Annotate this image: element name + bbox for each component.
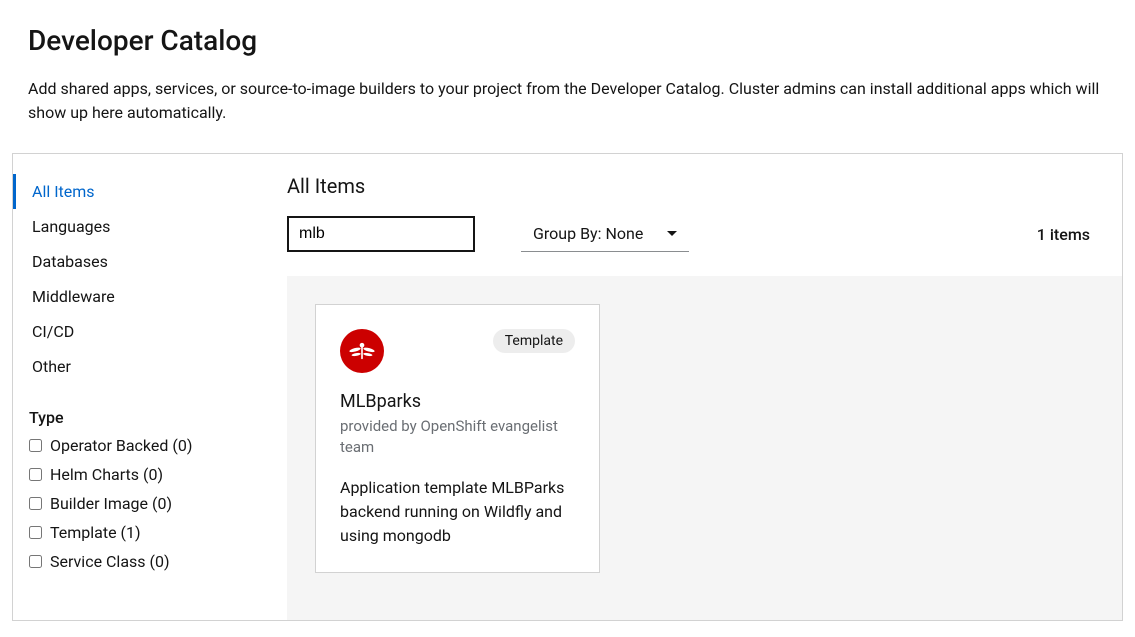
card-title: MLBparks [340,391,575,412]
panel-title: All Items [287,174,1122,198]
group-by-dropdown[interactable]: Group By: None [521,216,689,252]
filter-checkbox-template[interactable] [29,526,42,539]
toolbar: Group By: None 1 items [287,216,1122,252]
filter-builder-image[interactable]: Builder Image (0) [13,489,255,518]
card-description: Application template MLBParks backend ru… [340,476,575,548]
filter-label: Operator Backed (0) [50,436,192,455]
sidebar-item-other[interactable]: Other [13,349,255,384]
filter-label: Helm Charts (0) [50,465,163,484]
main-panel: All Items Group By: None 1 items [271,154,1122,620]
filter-checkbox-service-class[interactable] [29,555,42,568]
filter-label: Builder Image (0) [50,494,172,513]
items-count: 1 items [1037,225,1090,244]
sidebar: All Items Languages Databases Middleware… [13,154,271,620]
group-by-label: Group By: None [533,224,643,243]
sidebar-item-databases[interactable]: Databases [13,244,255,279]
card-badge: Template [493,329,575,353]
sidebar-item-languages[interactable]: Languages [13,209,255,244]
catalog-card[interactable]: Template MLBparks provided by OpenShift … [315,304,600,573]
page-title: Developer Catalog [28,24,1107,57]
results-area: Template MLBparks provided by OpenShift … [287,276,1122,620]
wildfly-icon [340,329,384,373]
sidebar-item-middleware[interactable]: Middleware [13,279,255,314]
filter-template[interactable]: Template (1) [13,518,255,547]
filter-checkbox-operator-backed[interactable] [29,439,42,452]
catalog-container: All Items Languages Databases Middleware… [12,153,1123,621]
filter-helm-charts[interactable]: Helm Charts (0) [13,460,255,489]
search-input[interactable] [287,216,475,252]
filter-label: Template (1) [50,523,141,542]
filter-service-class[interactable]: Service Class (0) [13,547,255,576]
caret-down-icon [667,231,677,236]
filter-label: Service Class (0) [50,552,170,571]
sidebar-item-cicd[interactable]: CI/CD [13,314,255,349]
category-list: All Items Languages Databases Middleware… [13,174,255,384]
type-filter-section: Type Operator Backed (0) Helm Charts (0)… [13,408,255,576]
filter-operator-backed[interactable]: Operator Backed (0) [13,431,255,460]
dragonfly-icon [348,337,376,365]
filter-checkbox-helm-charts[interactable] [29,468,42,481]
sidebar-item-all-items[interactable]: All Items [13,174,255,209]
card-header: Template [340,329,575,373]
page-description: Add shared apps, services, or source-to-… [28,77,1107,125]
filter-title: Type [13,408,255,431]
filter-checkbox-builder-image[interactable] [29,497,42,510]
card-provider: provided by OpenShift evangelist team [340,416,575,458]
